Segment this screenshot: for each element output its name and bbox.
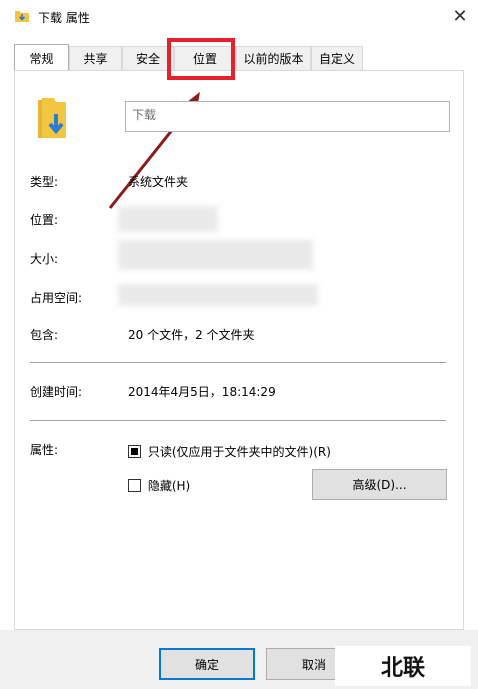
- readonly-checkbox[interactable]: [128, 445, 141, 458]
- created-value: 2014年4月5日，18:14:29: [128, 385, 276, 399]
- type-value: 系统文件夹: [128, 175, 189, 189]
- tab-general[interactable]: 常规: [14, 44, 69, 71]
- divider: [30, 362, 446, 363]
- close-icon: ✕: [452, 5, 468, 27]
- folder-download-icon: [38, 98, 66, 138]
- close-button[interactable]: ✕: [446, 2, 474, 30]
- folder-download-icon: [15, 11, 29, 22]
- type-label: 类型:: [30, 175, 59, 189]
- size-on-disk-value-redacted: [118, 284, 318, 306]
- advanced-button[interactable]: 高级(D)...: [312, 469, 447, 500]
- readonly-checkbox-row[interactable]: 只读(仅应用于文件夹中的文件)(R): [128, 443, 331, 460]
- attributes-label: 属性:: [30, 443, 59, 457]
- divider: [30, 420, 446, 421]
- hidden-label: 隐藏(H): [147, 479, 191, 493]
- tab-sharing[interactable]: 共享: [69, 46, 122, 70]
- size-on-disk-label: 占用空间:: [30, 291, 83, 305]
- watermark-logo: 北联: [335, 646, 471, 686]
- size-label: 大小:: [30, 252, 59, 266]
- tab-customize[interactable]: 自定义: [311, 46, 363, 70]
- tab-previous-versions[interactable]: 以前的版本: [236, 46, 311, 70]
- created-label: 创建时间:: [30, 385, 83, 399]
- hidden-checkbox-row[interactable]: 隐藏(H): [128, 477, 190, 494]
- readonly-label: 只读(仅应用于文件夹中的文件)(R): [147, 445, 331, 459]
- hidden-checkbox[interactable]: [128, 479, 141, 492]
- contains-label: 包含:: [30, 328, 59, 342]
- title-bar: 下载 属性 ✕: [0, 0, 478, 34]
- contains-value: 20 个文件，2 个文件夹: [128, 328, 255, 342]
- folder-name-input[interactable]: 下载: [125, 101, 450, 132]
- size-value-redacted: [118, 240, 313, 270]
- location-label: 位置:: [30, 213, 59, 227]
- location-value-redacted: [118, 206, 218, 232]
- ok-button[interactable]: 确定: [159, 648, 255, 680]
- highlight-box: [167, 38, 235, 80]
- general-panel: [14, 70, 464, 630]
- window-title: 下载 属性: [38, 11, 90, 25]
